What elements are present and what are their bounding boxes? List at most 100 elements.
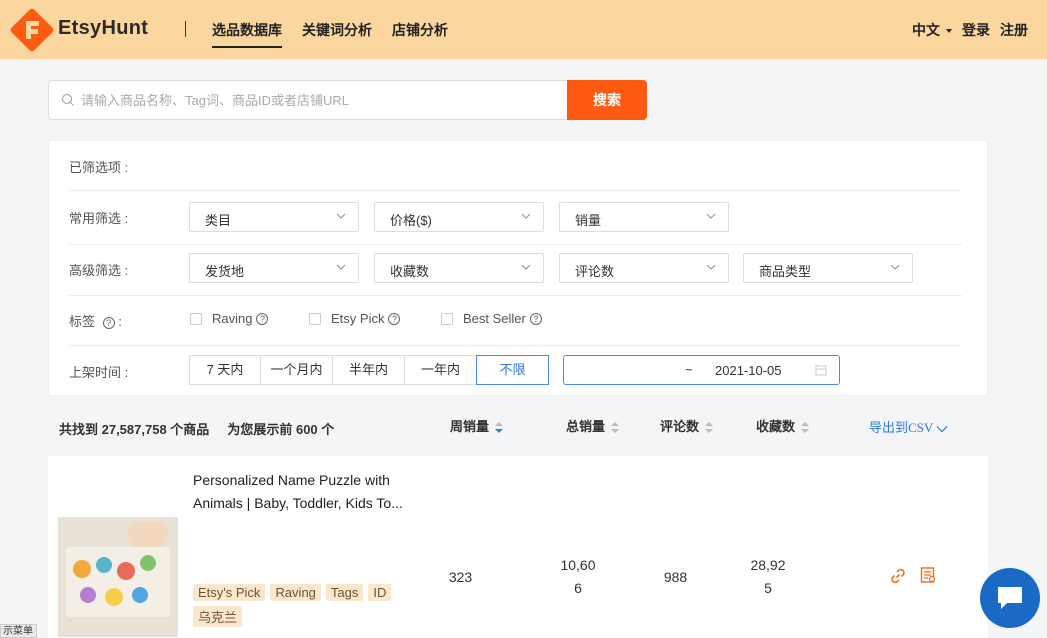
col-total-sales[interactable]: 总销量 <box>566 416 620 435</box>
chevron-down-icon <box>936 426 948 433</box>
sort-icon[interactable] <box>495 421 504 434</box>
product-thumbnail[interactable] <box>58 517 178 637</box>
column-label: 总销量 <box>566 419 606 434</box>
checkbox-box[interactable] <box>441 312 453 325</box>
checkbox-box[interactable] <box>190 312 202 325</box>
sales-dropdown[interactable]: 销量 <box>559 202 729 232</box>
checkbox-label: Etsy Pick <box>331 311 385 326</box>
column-label: 收藏数 <box>756 419 796 434</box>
dropdown-label: 价格($) <box>390 213 432 228</box>
date-separator: ~ <box>685 362 693 377</box>
time-unlimited[interactable]: 不限 <box>476 355 549 385</box>
link-icon[interactable] <box>889 567 907 585</box>
column-label: 周销量 <box>450 419 490 434</box>
results-header: 共找到 27,587,758 个商品 为您展示前 600 个 周销量 总销量 评… <box>48 400 988 452</box>
nav-divider <box>185 21 186 37</box>
checkbox-box[interactable] <box>309 312 321 325</box>
chevron-down-icon <box>336 264 346 270</box>
date-end[interactable]: 2021-10-05 <box>715 363 782 378</box>
reviews-dropdown[interactable]: 评论数 <box>559 253 729 283</box>
side-menu-tab[interactable]: 示菜单 <box>0 624 37 638</box>
ship-from-dropdown[interactable]: 发货地 <box>189 253 359 283</box>
date-range-picker[interactable]: ~ 2021-10-05 <box>563 355 840 385</box>
top-bar: EtsyHunt 选品数据库 关键词分析 店铺分析 中文 登录 注册 <box>0 0 1047 59</box>
dropdown-label: 类目 <box>205 213 232 228</box>
col-favorites[interactable]: 收藏数 <box>756 416 810 435</box>
search-icon <box>61 93 74 106</box>
tag-raving: Raving <box>270 584 321 601</box>
puzzle-image-icon <box>58 517 178 637</box>
tags-label-colon: : <box>118 314 122 329</box>
raving-checkbox[interactable]: Raving? <box>190 311 269 326</box>
nav-product-database[interactable]: 选品数据库 <box>212 20 282 48</box>
chat-button[interactable] <box>980 568 1040 628</box>
tag-id[interactable]: ID <box>368 584 392 601</box>
product-title[interactable]: Personalized Name Puzzle with Animals | … <box>193 469 418 515</box>
common-filters-label: 常用筛选 : <box>69 211 129 226</box>
column-label: 评论数 <box>660 419 700 434</box>
tag-tags[interactable]: Tags <box>325 584 364 601</box>
product-type-dropdown[interactable]: 商品类型 <box>743 253 913 283</box>
listed-time-label: 上架时间 : <box>69 365 129 380</box>
reviews-value: 988 <box>663 569 688 585</box>
row-divider <box>69 295 962 296</box>
tag-etsys-pick: Etsy's Pick <box>193 584 266 601</box>
sort-icon[interactable] <box>611 421 620 434</box>
favorites-dropdown[interactable]: 收藏数 <box>374 253 544 283</box>
chevron-down-icon <box>336 213 346 219</box>
sort-icon[interactable] <box>801 421 810 434</box>
best-seller-checkbox[interactable]: Best Seller? <box>441 311 542 326</box>
product-row[interactable]: Personalized Name Puzzle with Animals | … <box>48 456 988 638</box>
chevron-down-icon <box>890 264 900 270</box>
help-icon[interactable]: ? <box>529 312 542 325</box>
help-icon[interactable]: ? <box>388 312 401 325</box>
caret-down-icon <box>946 29 952 34</box>
time-7-days[interactable]: 7 天内 <box>189 355 261 385</box>
nav-keyword-analysis[interactable]: 关键词分析 <box>302 20 372 40</box>
export-label: 导出到CSV <box>869 420 934 435</box>
report-icon[interactable] <box>919 566 937 584</box>
results-summary: 共找到 27,587,758 个商品 为您展示前 600 个 <box>59 419 334 438</box>
dropdown-label: 发货地 <box>205 264 245 279</box>
time-half-year[interactable]: 半年内 <box>332 355 405 385</box>
col-weekly-sales[interactable]: 周销量 <box>450 416 504 435</box>
etsy-pick-checkbox[interactable]: Etsy Pick? <box>309 311 401 326</box>
register-link[interactable]: 注册 <box>1000 20 1028 40</box>
col-reviews[interactable]: 评论数 <box>660 416 714 435</box>
favorites-value: 28,925 <box>750 557 786 596</box>
nav-shop-analysis[interactable]: 店铺分析 <box>392 20 448 40</box>
login-link[interactable]: 登录 <box>962 20 990 40</box>
chat-bubble-icon <box>998 587 1022 609</box>
help-icon[interactable]: ? <box>102 317 115 329</box>
product-tags: Etsy's Pick Raving Tags ID 乌克兰 <box>193 584 423 632</box>
etsyhunt-logo-icon[interactable] <box>10 8 54 52</box>
results-showing: 为您展示前 600 个 <box>227 422 335 437</box>
chevron-down-icon <box>521 213 531 219</box>
row-divider <box>69 244 962 245</box>
category-dropdown[interactable]: 类目 <box>189 202 359 232</box>
sort-icon[interactable] <box>705 421 714 434</box>
chevron-down-icon <box>706 264 716 270</box>
brand-name[interactable]: EtsyHunt <box>58 17 148 40</box>
dropdown-label: 评论数 <box>575 264 615 279</box>
calendar-icon <box>815 365 827 376</box>
export-csv-button[interactable]: 导出到CSV <box>869 417 948 436</box>
search-input[interactable] <box>81 90 551 110</box>
tag-country: 乌克兰 <box>193 606 243 627</box>
price-dropdown[interactable]: 价格($) <box>374 202 544 232</box>
time-1-year[interactable]: 一年内 <box>404 355 477 385</box>
time-1-month[interactable]: 一个月内 <box>260 355 333 385</box>
results-found: 共找到 27,587,758 个商品 <box>59 422 210 437</box>
advanced-filters-label: 高级筛选 : <box>69 263 129 278</box>
help-icon[interactable]: ? <box>256 312 269 325</box>
weekly-sales-value: 323 <box>448 569 473 585</box>
language-label: 中文 <box>912 22 940 38</box>
checkbox-label: Raving <box>212 311 253 326</box>
tags-label: 标签 ? : <box>69 311 122 330</box>
language-selector[interactable]: 中文 <box>912 20 952 40</box>
selected-filters-label: 已筛选项 : <box>69 160 129 175</box>
row-divider <box>69 190 962 191</box>
search-button[interactable]: 搜索 <box>567 80 647 120</box>
search-box <box>48 80 568 120</box>
dropdown-label: 商品类型 <box>759 264 812 279</box>
